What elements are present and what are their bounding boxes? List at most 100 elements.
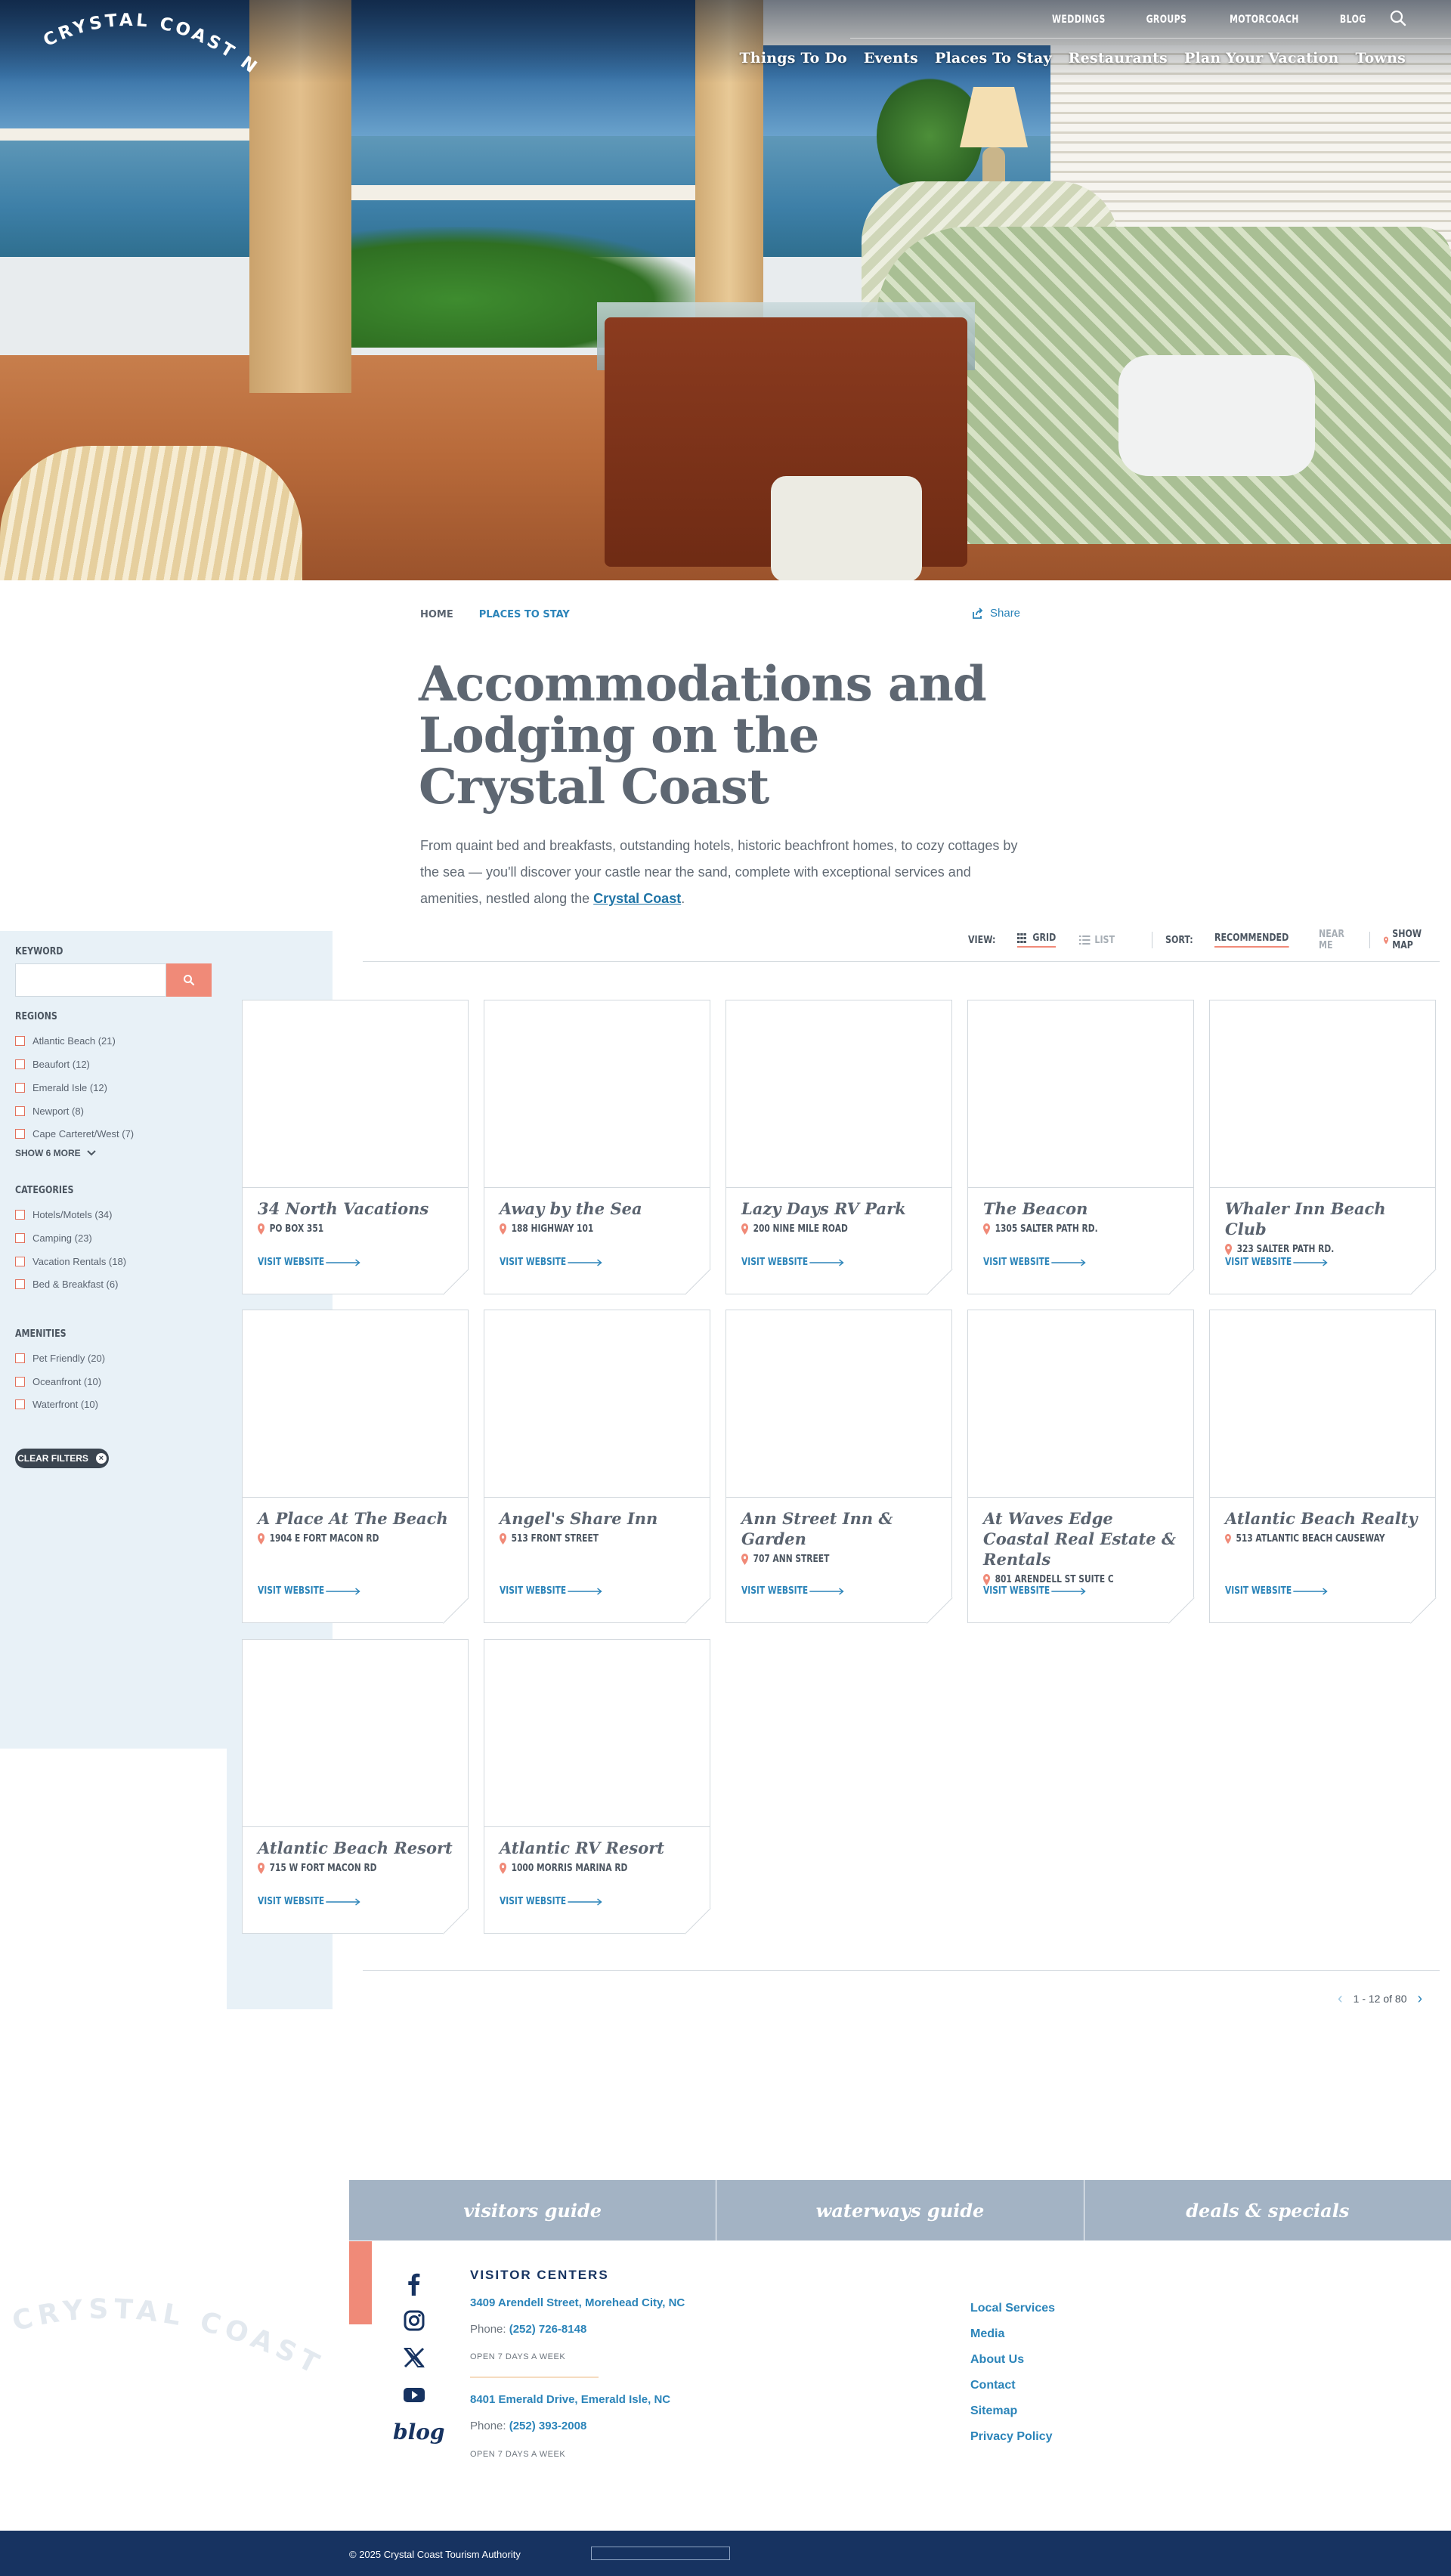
visitor-center-address[interactable]: 8401 Emerald Drive, Emerald Isle, NC — [470, 2393, 670, 2406]
nav-blog[interactable]: BLOG — [1339, 14, 1366, 26]
footer-link-media[interactable]: Media — [970, 2327, 1055, 2342]
filter-category-hotels[interactable]: Hotels/Motels (34) — [15, 1209, 112, 1220]
site-logo[interactable]: CRYSTAL COAST N.C. — [39, 9, 258, 77]
listing-image[interactable] — [243, 1310, 468, 1498]
breadcrumb-home[interactable]: HOME — [420, 609, 453, 620]
visit-website-link[interactable]: VISIT WEBSITE — [500, 1257, 602, 1268]
nav-places-to-stay[interactable]: Places To Stay — [935, 50, 1052, 66]
footer-link-sitemap[interactable]: Sitemap — [970, 2404, 1055, 2419]
listing-image[interactable] — [968, 1000, 1193, 1188]
listing-name[interactable]: 34 North Vacations — [258, 1198, 453, 1219]
checkbox[interactable] — [15, 1059, 25, 1069]
filter-amenity-oceanfront[interactable]: Oceanfront (10) — [15, 1376, 101, 1387]
listing-image[interactable] — [484, 1310, 710, 1498]
filter-region-beaufort[interactable]: Beaufort (12) — [15, 1059, 90, 1070]
visit-website-link[interactable]: VISIT WEBSITE — [258, 1896, 360, 1907]
footer-blog-link[interactable]: blog — [393, 2420, 444, 2445]
nav-events[interactable]: Events — [864, 50, 918, 66]
filter-region-atlantic-beach[interactable]: Atlantic Beach (21) — [15, 1035, 116, 1047]
listing-card[interactable]: A Place At The Beach 1904 E FORT MACON RD… — [242, 1310, 469, 1623]
search-icon[interactable] — [1389, 9, 1407, 27]
sort-near-me-button[interactable]: NEAR ME — [1319, 929, 1347, 951]
tab-visitors-guide[interactable]: visitors guide — [349, 2180, 717, 2240]
tab-waterways-guide[interactable]: waterways guide — [716, 2180, 1084, 2240]
listing-card[interactable]: 34 North Vacations PO BOX 351 VISIT WEBSIT… — [242, 1000, 469, 1294]
visit-website-link[interactable]: VISIT WEBSITE — [741, 1585, 844, 1597]
listing-name[interactable]: A Place At The Beach — [258, 1508, 453, 1529]
checkbox[interactable] — [15, 1279, 25, 1289]
listing-image[interactable] — [484, 1640, 710, 1827]
nav-restaurants[interactable]: Restaurants — [1069, 50, 1168, 66]
checkbox[interactable] — [15, 1257, 25, 1266]
listing-card[interactable]: Atlantic RV Resort 1000 MORRIS MARINA RD V… — [484, 1639, 710, 1934]
intro-link-crystal-coast[interactable]: Crystal Coast — [593, 891, 681, 906]
checkbox[interactable] — [15, 1106, 25, 1116]
listing-image[interactable] — [726, 1000, 951, 1188]
filter-region-cape-carteret[interactable]: Cape Carteret/West (7) — [15, 1128, 134, 1140]
visit-website-link[interactable]: VISIT WEBSITE — [258, 1257, 360, 1268]
visit-website-link[interactable]: VISIT WEBSITE — [983, 1585, 1086, 1597]
checkbox[interactable] — [15, 1233, 25, 1243]
checkbox[interactable] — [15, 1129, 25, 1139]
visit-website-link[interactable]: VISIT WEBSITE — [1225, 1257, 1328, 1268]
listing-name[interactable]: Lazy Days RV Park — [741, 1198, 936, 1219]
checkbox[interactable] — [15, 1399, 25, 1409]
listing-card[interactable]: Angel's Share Inn 513 FRONT STREET VISIT W… — [484, 1310, 710, 1623]
filter-region-newport[interactable]: Newport (8) — [15, 1106, 84, 1117]
filter-category-camping[interactable]: Camping (23) — [15, 1232, 92, 1244]
listing-card[interactable]: Atlantic Beach Resort 715 W FORT MACON RD… — [242, 1639, 469, 1934]
listing-name[interactable]: Whaler Inn Beach Club — [1225, 1198, 1420, 1239]
listing-image[interactable] — [1210, 1000, 1435, 1188]
nav-weddings[interactable]: WEDDINGS — [1052, 14, 1106, 26]
visit-website-link[interactable]: VISIT WEBSITE — [983, 1257, 1086, 1268]
filter-amenity-pet-friendly[interactable]: Pet Friendly (20) — [15, 1353, 105, 1364]
checkbox[interactable] — [15, 1036, 25, 1046]
listing-card[interactable]: The Beacon 1305 SALTER PATH RD. VISIT WEBS… — [967, 1000, 1194, 1294]
footer-link-about-us[interactable]: About Us — [970, 2352, 1055, 2367]
nav-motorcoach[interactable]: MOTORCOACH — [1230, 14, 1299, 26]
footer-link-contact[interactable]: Contact — [970, 2378, 1055, 2393]
view-list-button[interactable]: LIST — [1079, 935, 1115, 946]
listing-card[interactable]: Away by the Sea 188 HIGHWAY 101 VISIT WEBS… — [484, 1000, 710, 1294]
show-map-button[interactable]: SHOW MAP — [1383, 929, 1427, 951]
listing-name[interactable]: The Beacon — [983, 1198, 1178, 1219]
listing-image[interactable] — [484, 1000, 710, 1188]
listing-image[interactable] — [968, 1310, 1193, 1498]
x-twitter-icon[interactable] — [402, 2346, 426, 2370]
listing-card[interactable]: Atlantic Beach Realty 513 ATLANTIC BEACH … — [1209, 1310, 1436, 1623]
footer-link-local-services[interactable]: Local Services — [970, 2301, 1055, 2316]
clear-filters-button[interactable]: CLEAR FILTERS × — [15, 1449, 109, 1468]
checkbox[interactable] — [15, 1353, 25, 1363]
listing-name[interactable]: Away by the Sea — [500, 1198, 695, 1219]
listing-name[interactable]: Atlantic Beach Realty — [1225, 1508, 1420, 1529]
filter-category-bed-breakfast[interactable]: Bed & Breakfast (6) — [15, 1279, 118, 1290]
footer-logo[interactable]: CRYSTAL COAST N.C. — [8, 2297, 333, 2388]
filter-region-emerald-isle[interactable]: Emerald Isle (12) — [15, 1082, 107, 1093]
breadcrumb-current[interactable]: PLACES TO STAY — [479, 609, 570, 620]
visit-website-link[interactable]: VISIT WEBSITE — [1225, 1585, 1328, 1597]
listing-image[interactable] — [726, 1310, 951, 1498]
filter-amenity-waterfront[interactable]: Waterfront (10) — [15, 1399, 98, 1410]
share-button[interactable]: Share — [972, 607, 1020, 620]
phone-link[interactable]: (252) 393-2008 — [509, 2420, 587, 2432]
checkbox[interactable] — [15, 1210, 25, 1220]
visit-website-link[interactable]: VISIT WEBSITE — [500, 1896, 602, 1907]
visit-website-link[interactable]: VISIT WEBSITE — [500, 1585, 602, 1597]
view-grid-button[interactable]: GRID — [1016, 932, 1057, 948]
listing-name[interactable]: Angel's Share Inn — [500, 1508, 695, 1529]
nav-groups[interactable]: GROUPS — [1146, 14, 1186, 26]
chevron-right-icon[interactable]: › — [1418, 1991, 1423, 2006]
show-more-regions[interactable]: SHOW 6 MORE — [15, 1148, 96, 1158]
instagram-icon[interactable] — [402, 2309, 426, 2333]
checkbox[interactable] — [15, 1083, 25, 1093]
listing-name[interactable]: Atlantic RV Resort — [500, 1838, 695, 1858]
sort-recommended-button[interactable]: RECOMMENDED — [1214, 932, 1289, 948]
listing-card[interactable]: Whaler Inn Beach Club 323 SALTER PATH RD.… — [1209, 1000, 1436, 1294]
listing-card[interactable]: Ann Street Inn & Garden 707 ANN STREET VIS… — [726, 1310, 952, 1623]
youtube-icon[interactable] — [402, 2383, 426, 2407]
listing-card[interactable]: At Waves Edge Coastal Real Estate & Rent… — [967, 1310, 1194, 1623]
listing-name[interactable]: Ann Street Inn & Garden — [741, 1508, 936, 1549]
filter-category-vacation-rentals[interactable]: Vacation Rentals (18) — [15, 1256, 126, 1267]
listing-image[interactable] — [243, 1000, 468, 1188]
listing-card[interactable]: Lazy Days RV Park 200 NINE MILE ROAD VISIT… — [726, 1000, 952, 1294]
